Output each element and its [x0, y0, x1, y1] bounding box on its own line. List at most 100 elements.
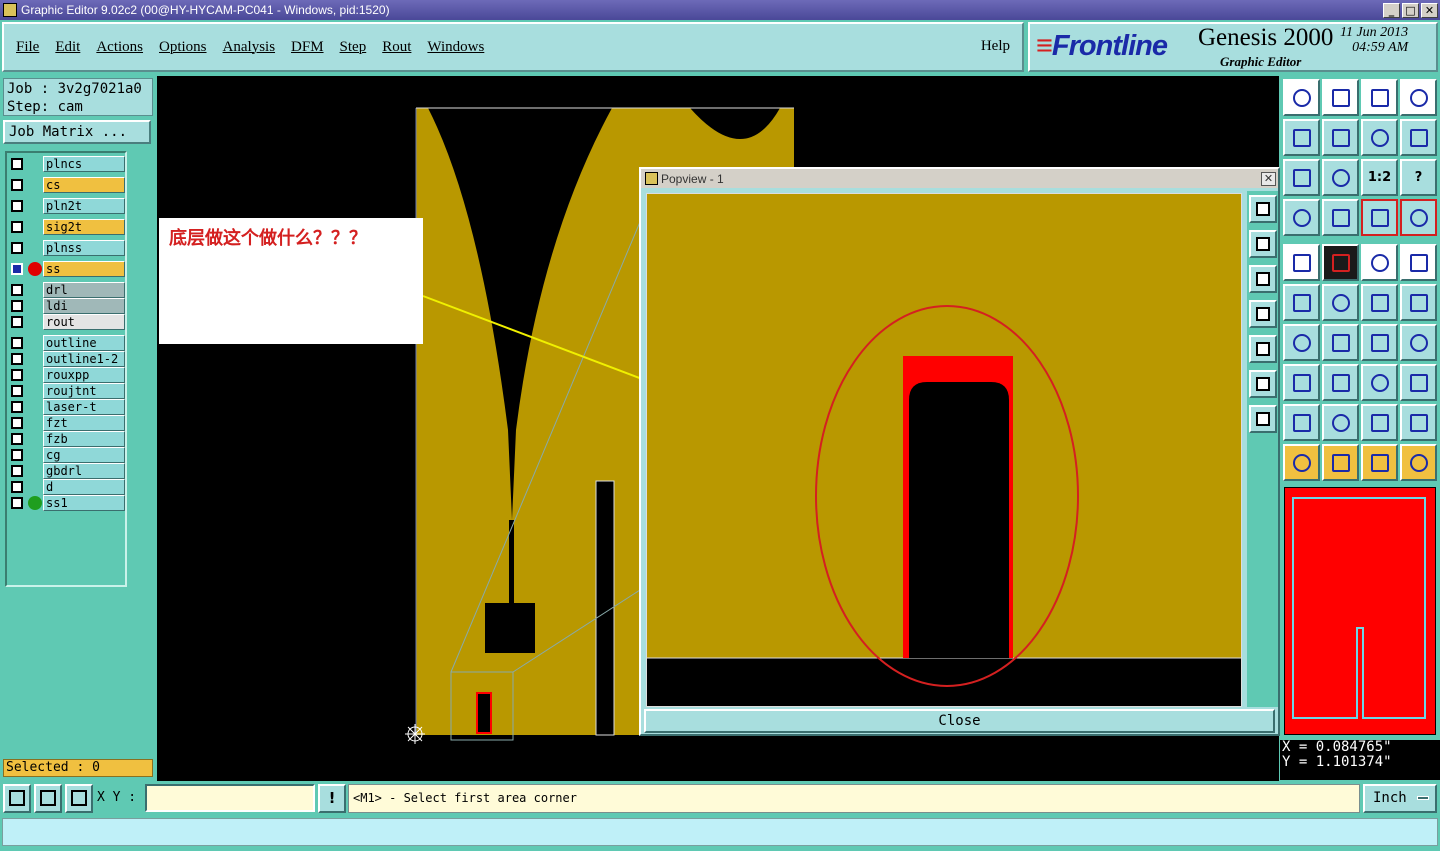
- layer-name[interactable]: plncs: [43, 156, 125, 172]
- popview-pan-right-button[interactable]: [1249, 335, 1277, 363]
- layer-name[interactable]: rouxpp: [43, 367, 125, 383]
- layer-checkbox[interactable]: [11, 158, 23, 170]
- layer-checkbox[interactable]: [11, 221, 23, 233]
- layer-name[interactable]: sig2t: [43, 219, 125, 235]
- popview-close-icon[interactable]: ✕: [1261, 171, 1276, 186]
- center-icon[interactable]: [1322, 159, 1359, 196]
- layer-row[interactable]: plnss: [9, 240, 125, 256]
- layer-checkbox[interactable]: [11, 465, 23, 477]
- layer-name[interactable]: outline1-2: [43, 351, 125, 367]
- triangle-icon[interactable]: [1283, 404, 1320, 441]
- zoom-down-icon[interactable]: [1322, 79, 1359, 116]
- layer-name[interactable]: ss1: [43, 495, 125, 511]
- dimension-icon[interactable]: [1361, 364, 1398, 401]
- layer-checkbox[interactable]: [11, 401, 23, 413]
- layer-checkbox[interactable]: [11, 385, 23, 397]
- layer-name[interactable]: fzt: [43, 415, 125, 431]
- arch-icon[interactable]: [1361, 404, 1398, 441]
- layer-row[interactable]: fzb: [9, 431, 125, 447]
- close-window-button[interactable]: ✕: [1421, 2, 1438, 18]
- popview-zoom-button[interactable]: [1249, 195, 1277, 223]
- layer-row[interactable]: sig2t: [9, 219, 125, 235]
- layer-name[interactable]: cg: [43, 447, 125, 463]
- move-icon[interactable]: [1361, 284, 1398, 321]
- undo-icon[interactable]: [1361, 119, 1398, 156]
- layer-row[interactable]: outline: [9, 335, 125, 351]
- layer-row[interactable]: roujtnt: [9, 383, 125, 399]
- maximize-button[interactable]: □: [1402, 2, 1419, 18]
- circle-pad-icon[interactable]: [1400, 244, 1437, 281]
- select-arrow-icon[interactable]: [1283, 444, 1320, 481]
- layer-row[interactable]: outline1-2: [9, 351, 125, 367]
- layer-name[interactable]: laser-t: [43, 399, 125, 415]
- menu-rout[interactable]: Rout: [382, 39, 411, 56]
- layer-checkbox[interactable]: [11, 497, 23, 509]
- ratio-icon[interactable]: 1:2: [1361, 159, 1398, 196]
- layer-name[interactable]: gbdrl: [43, 463, 125, 479]
- ruler-icon[interactable]: [1361, 244, 1398, 281]
- grid-icon-button[interactable]: [65, 784, 93, 813]
- layer-name[interactable]: rout: [43, 314, 125, 330]
- layer-red-icon[interactable]: [1361, 199, 1398, 236]
- layer-row[interactable]: cs: [9, 177, 125, 193]
- units-dropdown[interactable]: Inch: [1363, 784, 1437, 813]
- popview-canvas[interactable]: [646, 193, 1242, 707]
- layer-row[interactable]: rout: [9, 314, 125, 330]
- rotate-icon[interactable]: [1361, 324, 1398, 361]
- layer-checkbox[interactable]: [11, 449, 23, 461]
- layer-row[interactable]: cg: [9, 447, 125, 463]
- angle-icon[interactable]: [1283, 324, 1320, 361]
- layer-checkbox[interactable]: [11, 179, 23, 191]
- layer-row[interactable]: ldi: [9, 298, 125, 314]
- tools-icon[interactable]: [1283, 199, 1320, 236]
- help-icon[interactable]: ?: [1400, 159, 1437, 196]
- pan-right-icon[interactable]: [1322, 119, 1359, 156]
- layer-checkbox[interactable]: [11, 337, 23, 349]
- layer-row[interactable]: ss: [9, 261, 125, 277]
- layer-name[interactable]: roujtnt: [43, 383, 125, 399]
- grid-toggle-icon[interactable]: [1322, 199, 1359, 236]
- layer-row[interactable]: d: [9, 479, 125, 495]
- layer-row[interactable]: drl: [9, 282, 125, 298]
- layer-name[interactable]: ss: [43, 261, 125, 277]
- menu-step[interactable]: Step: [340, 39, 367, 56]
- layer-row[interactable]: fzt: [9, 415, 125, 431]
- menu-file[interactable]: File: [16, 39, 39, 56]
- layer-checkbox[interactable]: [11, 481, 23, 493]
- mirror-icon[interactable]: [1400, 324, 1437, 361]
- popview-pan-left-button[interactable]: [1249, 300, 1277, 328]
- join-icon[interactable]: [1283, 364, 1320, 401]
- menu-options[interactable]: Options: [159, 39, 207, 56]
- snap-icon-button[interactable]: [3, 784, 31, 813]
- layer-name[interactable]: ldi: [43, 298, 125, 314]
- menu-windows[interactable]: Windows: [427, 39, 484, 56]
- split-icon[interactable]: [1322, 364, 1359, 401]
- job-matrix-button[interactable]: Job Matrix ...: [3, 120, 151, 144]
- minimap[interactable]: [1284, 487, 1436, 735]
- layer-name[interactable]: d: [43, 479, 125, 495]
- home-icon[interactable]: [1361, 79, 1398, 116]
- menu-help[interactable]: Help: [981, 38, 1010, 55]
- split-view-icon[interactable]: [1400, 79, 1437, 116]
- line-icon[interactable]: [1322, 324, 1359, 361]
- warning-button[interactable]: !: [318, 784, 346, 813]
- popview-pan-up-button[interactable]: [1249, 230, 1277, 258]
- home-up-icon[interactable]: [1283, 79, 1320, 116]
- popview-center-button[interactable]: [1249, 405, 1277, 433]
- menu-dfm[interactable]: DFM: [291, 39, 324, 56]
- layer-checkbox[interactable]: [11, 242, 23, 254]
- popview-fit-button[interactable]: [1249, 370, 1277, 398]
- layer-checkbox[interactable]: [11, 369, 23, 381]
- popview-title-bar[interactable]: Popview - 1 ✕: [641, 169, 1278, 188]
- select-node-icon[interactable]: [1400, 444, 1437, 481]
- layer-name[interactable]: drl: [43, 282, 125, 298]
- layer-checkbox[interactable]: [11, 316, 23, 328]
- fit-icon[interactable]: [1283, 159, 1320, 196]
- layer-checkbox[interactable]: [11, 263, 23, 275]
- pan-left-icon[interactable]: [1283, 119, 1320, 156]
- layer-name[interactable]: cs: [43, 177, 125, 193]
- stack-icon[interactable]: [1400, 364, 1437, 401]
- measure-icon-button[interactable]: [34, 784, 62, 813]
- layer-name[interactable]: pln2t: [43, 198, 125, 214]
- select-box-icon[interactable]: [1322, 444, 1359, 481]
